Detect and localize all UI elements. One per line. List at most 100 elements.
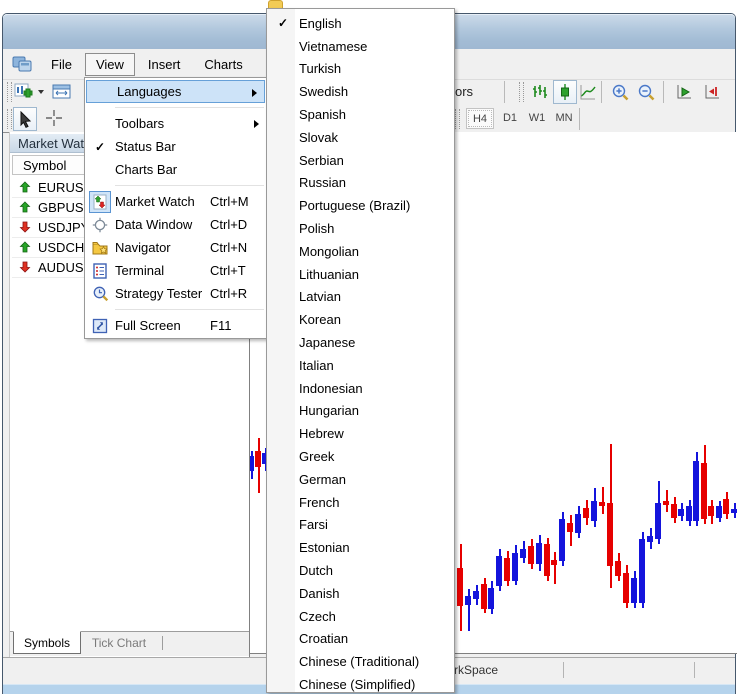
language-item-italian[interactable]: Italian: [267, 354, 454, 377]
language-item-korean[interactable]: Korean: [267, 308, 454, 331]
menu-charts[interactable]: Charts: [193, 53, 253, 76]
language-item-greek[interactable]: Greek: [267, 445, 454, 468]
timeframe-h4-button[interactable]: H4: [466, 108, 494, 129]
menu-separator: [115, 309, 264, 310]
candle-body: [678, 509, 684, 516]
view-menu-item-toolbars[interactable]: Toolbars: [85, 112, 266, 135]
language-item-czech[interactable]: Czech: [267, 605, 454, 628]
language-item-turkish[interactable]: Turkish: [267, 58, 454, 81]
language-item-polish[interactable]: Polish: [267, 217, 454, 240]
candle-body: [599, 502, 605, 506]
language-label: Vietnamese: [299, 39, 367, 54]
menu-item-label: Toolbars: [115, 116, 210, 131]
toolbar-grip[interactable]: [455, 109, 460, 129]
candle-body: [701, 463, 707, 519]
menu-item-shortcut: Ctrl+M: [210, 194, 266, 209]
timeframe-w1-button[interactable]: W1: [524, 108, 550, 127]
auto-scroll-button[interactable]: [673, 81, 695, 103]
candle-body: [708, 506, 714, 516]
candle-body: [583, 508, 589, 518]
language-item-farsi[interactable]: Farsi: [267, 514, 454, 537]
tab-tick-chart[interactable]: Tick Chart: [82, 632, 156, 653]
menu-view[interactable]: View: [85, 53, 135, 76]
language-item-estonian[interactable]: Estonian: [267, 536, 454, 559]
new-chart-caret-icon[interactable]: [38, 90, 44, 94]
candle-body: [639, 539, 645, 603]
toolbar-grip[interactable]: [519, 82, 524, 102]
candle-body: [647, 536, 653, 542]
menu-item-shortcut: F11: [210, 318, 266, 333]
language-item-chinese-simplified-[interactable]: Chinese (Simplified): [267, 673, 454, 693]
menu-item-shortcut: Ctrl+T: [210, 263, 266, 278]
candle-body: [249, 456, 254, 471]
terminal-icon: [92, 263, 108, 279]
zoom-out-button[interactable]: [635, 81, 657, 103]
crosshair-button[interactable]: [43, 107, 65, 129]
language-item-serbian[interactable]: Serbian: [267, 149, 454, 172]
language-item-japanese[interactable]: Japanese: [267, 331, 454, 354]
menu-item-shortcut: Ctrl+N: [210, 240, 266, 255]
indicators-button-fragment[interactable]: ors: [455, 84, 473, 99]
menu-gutter: [85, 318, 115, 334]
language-item-german[interactable]: German: [267, 468, 454, 491]
tab-symbols[interactable]: Symbols: [13, 631, 81, 654]
view-menu-item-languages[interactable]: Languages: [86, 80, 265, 103]
profiles-button[interactable]: [51, 81, 73, 103]
language-label: Japanese: [299, 335, 355, 350]
language-label: Estonian: [299, 540, 350, 555]
language-item-english[interactable]: ✓English: [267, 12, 454, 35]
cursor-button[interactable]: [13, 107, 37, 131]
toolbar-grip[interactable]: [7, 82, 12, 102]
language-item-spanish[interactable]: Spanish: [267, 103, 454, 126]
language-item-danish[interactable]: Danish: [267, 582, 454, 605]
menu-insert[interactable]: Insert: [137, 53, 192, 76]
language-item-french[interactable]: French: [267, 491, 454, 514]
chart-shift-button[interactable]: [701, 81, 723, 103]
menu-item-label: Status Bar: [115, 139, 210, 154]
candle-body: [607, 503, 613, 566]
language-item-indonesian[interactable]: Indonesian: [267, 377, 454, 400]
language-item-dutch[interactable]: Dutch: [267, 559, 454, 582]
menu-file[interactable]: File: [40, 53, 83, 76]
language-item-hebrew[interactable]: Hebrew: [267, 422, 454, 445]
language-label: Hungarian: [299, 403, 359, 418]
language-item-lithuanian[interactable]: Lithuanian: [267, 263, 454, 286]
language-label: Greek: [299, 449, 334, 464]
active-icon-box: [89, 191, 111, 213]
view-menu-item-status-bar[interactable]: ✓Status Bar: [85, 135, 266, 158]
candle-body: [686, 506, 692, 521]
status-separator: [694, 662, 695, 678]
view-menu-item-charts-bar[interactable]: Charts Bar: [85, 158, 266, 181]
candle-body: [575, 514, 581, 533]
view-menu-item-terminal[interactable]: TerminalCtrl+T: [85, 259, 266, 282]
view-menu-item-navigator[interactable]: NavigatorCtrl+N: [85, 236, 266, 259]
language-item-chinese-traditional-[interactable]: Chinese (Traditional): [267, 650, 454, 673]
language-item-croatian[interactable]: Croatian: [267, 628, 454, 651]
language-item-slovak[interactable]: Slovak: [267, 126, 454, 149]
new-chart-button[interactable]: [13, 81, 35, 103]
line-chart-button[interactable]: [577, 81, 599, 103]
language-item-latvian[interactable]: Latvian: [267, 286, 454, 309]
toolbar-grip[interactable]: [7, 109, 12, 129]
view-menu-item-data-window[interactable]: Data WindowCtrl+D: [85, 213, 266, 236]
language-label: Russian: [299, 175, 346, 190]
view-menu-item-full-screen[interactable]: Full ScreenF11: [85, 314, 266, 337]
zoom-in-button[interactable]: [609, 81, 631, 103]
timeframe-d1-button[interactable]: D1: [497, 108, 523, 127]
bar-chart-button[interactable]: [529, 81, 551, 103]
language-item-portuguese-brazil-[interactable]: Portuguese (Brazil): [267, 194, 454, 217]
up-arrow-icon: [12, 241, 38, 253]
toolbar-separator: [663, 81, 664, 103]
language-item-swedish[interactable]: Swedish: [267, 80, 454, 103]
language-item-vietnamese[interactable]: Vietnamese: [267, 35, 454, 58]
view-menu-item-strategy-tester[interactable]: Strategy TesterCtrl+R: [85, 282, 266, 305]
language-label: Slovak: [299, 130, 338, 145]
candlestick-chart-button[interactable]: [553, 80, 577, 104]
language-item-mongolian[interactable]: Mongolian: [267, 240, 454, 263]
timeframe-mn-button[interactable]: MN: [551, 108, 577, 127]
candle-body: [559, 519, 565, 561]
menu-gutter: ✓: [267, 16, 299, 30]
view-menu-item-market-watch[interactable]: Market WatchCtrl+M: [85, 190, 266, 213]
language-item-hungarian[interactable]: Hungarian: [267, 400, 454, 423]
language-item-russian[interactable]: Russian: [267, 172, 454, 195]
